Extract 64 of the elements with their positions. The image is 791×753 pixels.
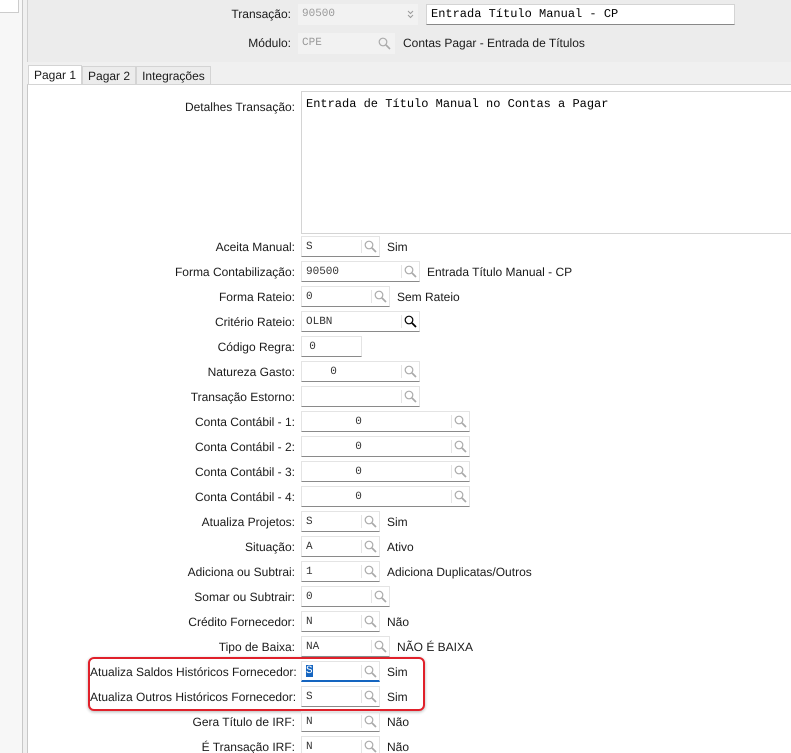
input-field[interactable]: 1 xyxy=(301,561,380,582)
input-field[interactable]: 0 xyxy=(301,411,470,432)
field-description: Não xyxy=(387,614,410,628)
field-label: Somar ou Subtrair: xyxy=(193,590,296,604)
input-field[interactable]: 0 xyxy=(301,286,390,307)
field-label: Módulo: xyxy=(247,36,292,50)
field-description: Sim xyxy=(387,664,408,678)
field-label: Critério Rateio: xyxy=(214,314,296,328)
field-label: Forma Contabilização: xyxy=(174,264,296,278)
field-label: Natureza Gasto: xyxy=(206,364,296,378)
field-description: Sim xyxy=(387,690,408,704)
field-description: Sem Rateio xyxy=(397,290,460,304)
input-field[interactable]: S xyxy=(301,511,380,532)
field-label: Aceita Manual: xyxy=(214,240,296,254)
input-field[interactable]: 0 xyxy=(301,361,420,382)
tab[interactable]: Integrações xyxy=(136,66,211,84)
field-label: Código Regra: xyxy=(216,340,296,354)
field-label: Conta Contábil - 2: xyxy=(194,440,296,454)
field-description: Sim xyxy=(387,514,408,528)
input-field[interactable]: OLBN xyxy=(301,311,420,332)
field-description: Adiciona Duplicatas/Outros xyxy=(387,564,532,578)
tab[interactable]: Pagar 1 xyxy=(28,65,82,84)
input-field[interactable]: N xyxy=(301,736,380,753)
field-label: Gera Título de IRF: xyxy=(192,714,296,728)
input-field[interactable]: S xyxy=(301,236,380,257)
input-field[interactable]: 0 xyxy=(301,586,390,607)
input-field[interactable]: 0 xyxy=(301,486,470,507)
field-description: Não xyxy=(387,740,410,753)
field-label: Transação Estorno: xyxy=(190,390,296,404)
input-field[interactable]: NA xyxy=(301,636,390,657)
field-description: Entrada Título Manual - CP xyxy=(427,264,572,278)
input-field[interactable]: 0 xyxy=(301,461,470,482)
search-icon[interactable] xyxy=(401,315,417,328)
field-label: Conta Contábil - 3: xyxy=(194,464,296,478)
field-label: Atualiza Projetos: xyxy=(200,514,296,528)
input-field[interactable]: N xyxy=(301,711,380,732)
field-label: Crédito Fornecedor: xyxy=(187,614,296,628)
field-label: Transação: xyxy=(230,7,292,21)
field-description: Ativo xyxy=(387,540,414,554)
tab[interactable]: Pagar 2 xyxy=(82,66,136,84)
field-description: NÃO É BAIXA xyxy=(397,640,474,654)
field-label: Atualiza Saldos Históricos Fornecedor: xyxy=(90,664,298,678)
field-label: É Transação IRF: xyxy=(200,740,296,753)
field-description: Sim xyxy=(387,240,408,254)
input-field[interactable]: 0 xyxy=(301,336,362,357)
field-label: Adiciona ou Subtrai: xyxy=(186,564,296,578)
details-textarea[interactable]: Entrada de Título Manual no Contas a Pagar xyxy=(301,91,791,234)
field-label: Situação: xyxy=(244,540,296,554)
transaction-name-field[interactable]: Entrada Título Manual - CP xyxy=(426,4,735,24)
input-field[interactable]: 0 xyxy=(301,436,470,457)
input-field[interactable] xyxy=(301,386,420,407)
field-label: Detalhes Transação: xyxy=(184,99,296,114)
input-field[interactable]: N xyxy=(301,611,380,632)
field-label: Atualiza Outros Históricos Fornecedor: xyxy=(90,690,298,704)
input-field[interactable]: 90500 xyxy=(301,261,420,282)
input-field[interactable]: S xyxy=(301,686,380,707)
input-field[interactable]: A xyxy=(301,536,380,557)
field-label: Conta Contábil - 4: xyxy=(194,490,296,504)
field-label: Forma Rateio: xyxy=(218,290,296,304)
field-description: Não xyxy=(387,714,410,728)
module-description: Contas Pagar - Entrada de Títulos xyxy=(403,36,585,50)
field-label: Conta Contábil - 1: xyxy=(194,414,296,428)
field-label: Tipo de Baixa: xyxy=(218,640,296,654)
input-field[interactable]: S xyxy=(301,661,380,682)
